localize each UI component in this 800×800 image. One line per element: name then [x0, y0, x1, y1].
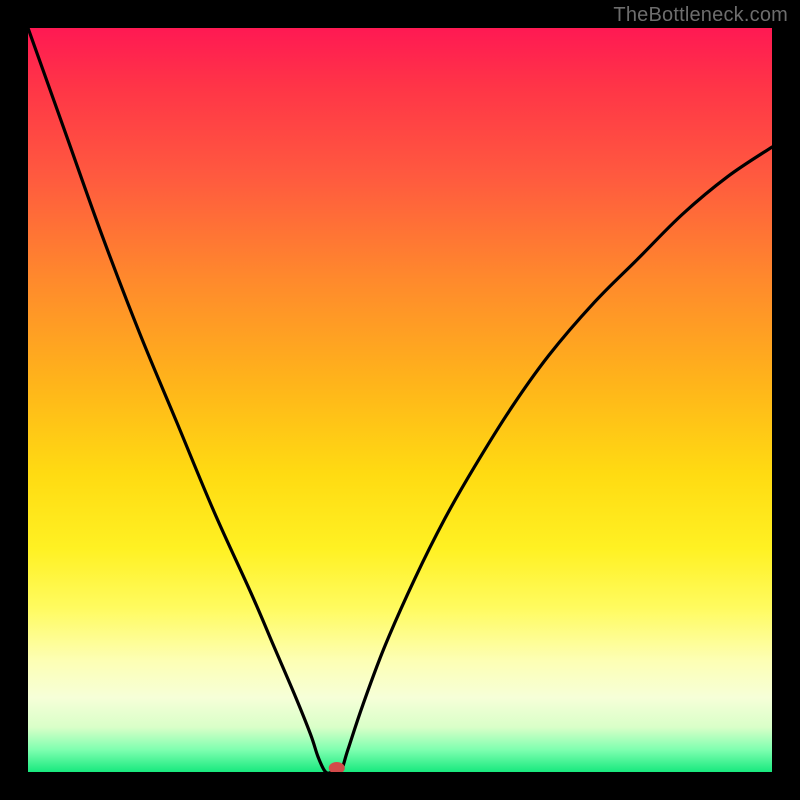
watermark-text: TheBottleneck.com: [613, 4, 788, 27]
chart-frame: TheBottleneck.com: [0, 0, 800, 800]
bottleneck-curve-path: [28, 28, 772, 772]
curve-layer: [28, 28, 772, 772]
plot-area: [28, 28, 772, 772]
